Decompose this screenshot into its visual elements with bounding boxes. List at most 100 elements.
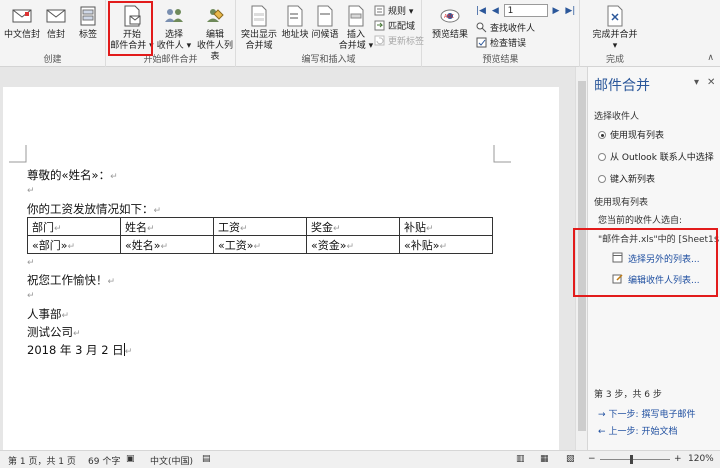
radio-type-new-list[interactable]: 键入新列表 — [598, 172, 655, 185]
page-count[interactable]: 第 1 页，共 1 页 — [8, 454, 76, 467]
greeting-line-icon — [317, 5, 333, 27]
edit-recipient-list-button[interactable]: 编辑 收件人列表 — [194, 4, 236, 62]
use-existing-heading: 使用现有列表 — [594, 198, 649, 208]
group-preview-label: 预览结果 — [482, 55, 519, 65]
address-block-button[interactable]: 地址块 — [280, 4, 310, 52]
zoom-slider[interactable] — [600, 459, 670, 460]
merge-field-cell[interactable]: «工资»↵ — [213, 235, 307, 254]
update-labels-icon — [374, 35, 385, 46]
status-bar: 第 1 页，共 1 页 69 个字 ▣ 中文(中国) ▤ ▥ ▦ ▧ − + 1… — [0, 450, 720, 468]
rules-button[interactable]: 规则 ▾ — [374, 5, 413, 19]
pane-options-icon[interactable]: ▾ — [694, 77, 699, 88]
envelope-button[interactable]: 信封 — [40, 4, 72, 52]
group-finish-label: 完成 — [605, 55, 624, 65]
recipients-icon — [165, 9, 183, 22]
chevron-down-icon: ▾ — [406, 7, 414, 17]
arrow-right-icon: → — [598, 410, 606, 420]
first-record-icon[interactable]: |◀ — [476, 6, 486, 16]
match-fields-button[interactable]: 匹配域 — [374, 20, 415, 34]
labels-icon — [80, 6, 96, 26]
paragraph-mark: ↵ — [27, 258, 35, 268]
close-icon[interactable]: ✕ — [707, 77, 715, 88]
paragraph-mark: ↵ — [124, 347, 133, 357]
record-navigator: |◀ ◀ 1 ▶ ▶| — [476, 4, 575, 18]
next-step-link[interactable]: → 下一步: 撰写电子邮件 — [598, 407, 695, 420]
chevron-down-icon: ▾ — [183, 41, 192, 51]
zoom-slider-thumb[interactable] — [630, 455, 633, 464]
company-line: 测试公司↵ — [27, 325, 81, 339]
arrow-left-icon: ← — [598, 427, 606, 437]
zoom-out-icon[interactable]: − — [588, 454, 596, 464]
merge-field-cell[interactable]: «资金»↵ — [306, 235, 400, 254]
chinese-envelope-button[interactable]: 中文信封 — [2, 4, 42, 52]
finish-merge-button[interactable]: 完成并合并 ▾ — [590, 4, 640, 52]
greeting-line-button[interactable]: 问候语 — [310, 4, 340, 52]
paragraph-mark: ↵ — [107, 277, 116, 287]
labels-button[interactable]: 标签 — [72, 4, 104, 52]
step-indicator: 第 3 步，共 6 步 — [594, 390, 662, 400]
collapse-ribbon-icon[interactable]: ∧ — [707, 53, 714, 63]
radio-dot — [598, 131, 606, 139]
document-page[interactable]: 尊敬的«姓名»：↵ ↵ 你的工资发放情况如下：↵ 部门↵ 姓名↵ 工资↵ 奖金↵… — [3, 87, 559, 450]
group-write-insert-fields: 突出显示 合并域 地址块 问候语 插入 合并域 ▾ 规则 ▾ 匹配域 更新标签 … — [236, 0, 424, 67]
table-header-cell: 工资↵ — [213, 217, 307, 236]
language-indicator[interactable]: 中文(中国) — [150, 454, 193, 467]
word-count[interactable]: 69 个字 — [88, 454, 120, 467]
preview-results-button[interactable]: ABC 预览结果 — [430, 4, 470, 52]
paragraph-mark: ↵ — [27, 186, 35, 196]
highlight-box-recipient-source — [573, 228, 718, 297]
find-recipient-button[interactable]: 查找收件人 — [476, 22, 535, 36]
chevron-down-icon: ▾ — [365, 41, 374, 51]
address-block-icon — [287, 5, 303, 27]
macro-icon[interactable]: ▤ — [202, 454, 211, 464]
select-recipients-button[interactable]: 选择 收件人 ▾ — [154, 4, 194, 52]
previous-record-icon[interactable]: ◀ — [492, 6, 499, 16]
paragraph-mark: ↵ — [27, 291, 35, 301]
wish-line: 祝您工作愉快！↵ — [27, 273, 116, 287]
svg-text:ABC: ABC — [444, 14, 455, 20]
read-mode-icon[interactable]: ▥ — [516, 454, 525, 464]
ribbon: 中文信封 信封 标签 创建 开始 邮件合并 ▾ 选择 收件人 ▾ 编辑 收件人列… — [0, 0, 720, 67]
radio-use-existing-list[interactable]: 使用现有列表 — [598, 128, 664, 141]
check-errors-button[interactable]: 检查错误 — [476, 37, 526, 51]
next-record-icon[interactable]: ▶ — [553, 6, 560, 16]
pane-title: 邮件合并 — [594, 78, 650, 94]
radio-dot — [598, 175, 606, 183]
record-number-field[interactable]: 1 — [503, 4, 548, 17]
table-row: 部门↵ 姓名↵ 工资↵ 奖金↵ 补贴↵ — [27, 217, 493, 236]
merge-field-cell[interactable]: «补贴»↵ — [399, 235, 493, 254]
find-recipient-icon — [476, 22, 487, 33]
check-errors-icon — [476, 37, 487, 48]
insert-merge-field-button[interactable]: 插入 合并域 ▾ — [338, 4, 374, 52]
paragraph-mark: ↵ — [73, 329, 81, 339]
web-layout-icon[interactable]: ▧ — [566, 454, 575, 464]
print-layout-icon[interactable]: ▦ — [540, 454, 549, 464]
department-line: 人事部↵ — [27, 307, 70, 321]
last-record-icon[interactable]: ▶| — [565, 6, 575, 16]
crop-mark-top-left — [9, 145, 27, 163]
chevron-down-icon: ▾ — [612, 41, 618, 51]
zoom-in-icon[interactable]: + — [674, 454, 682, 464]
radio-dot — [598, 153, 606, 161]
preview-results-icon: ABC — [440, 9, 460, 23]
group-preview-results: ABC 预览结果 |◀ ◀ 1 ▶ ▶| 查找收件人 检查错误 预览结果 — [422, 0, 580, 67]
current-source-label: 您当前的收件人选自: — [598, 216, 683, 226]
group-fields-label: 编写和插入域 — [301, 55, 356, 65]
previous-step-link[interactable]: ← 上一步: 开始文档 — [598, 424, 677, 437]
select-recipients-heading: 选择收件人 — [594, 112, 640, 122]
envelope-icon — [46, 9, 66, 23]
radio-outlook-contacts[interactable]: 从 Outlook 联系人中选择 — [598, 150, 714, 163]
highlight-box-start-mail-merge — [108, 1, 153, 56]
finish-merge-icon — [607, 5, 623, 27]
update-labels-button[interactable]: 更新标签 — [374, 35, 424, 49]
zoom-level[interactable]: 120% — [688, 454, 714, 464]
highlight-merge-fields-button[interactable]: 突出显示 合并域 — [238, 4, 280, 52]
table-row: «部门»↵ «姓名»↵ «工资»↵ «资金»↵ «补贴»↵ — [27, 235, 493, 254]
group-create-label: 创建 — [43, 55, 62, 65]
proofing-icon[interactable]: ▣ — [126, 454, 135, 464]
group-finish: 完成并合并 ▾ 完成 ∧ — [580, 0, 720, 67]
document-area: 尊敬的«姓名»：↵ ↵ 你的工资发放情况如下：↵ 部门↵ 姓名↵ 工资↵ 奖金↵… — [0, 67, 575, 450]
merge-field-cell[interactable]: «姓名»↵ — [120, 235, 214, 254]
merge-field-cell[interactable]: «部门»↵ — [27, 235, 121, 254]
salutation-line: 尊敬的«姓名»：↵ — [27, 168, 118, 182]
